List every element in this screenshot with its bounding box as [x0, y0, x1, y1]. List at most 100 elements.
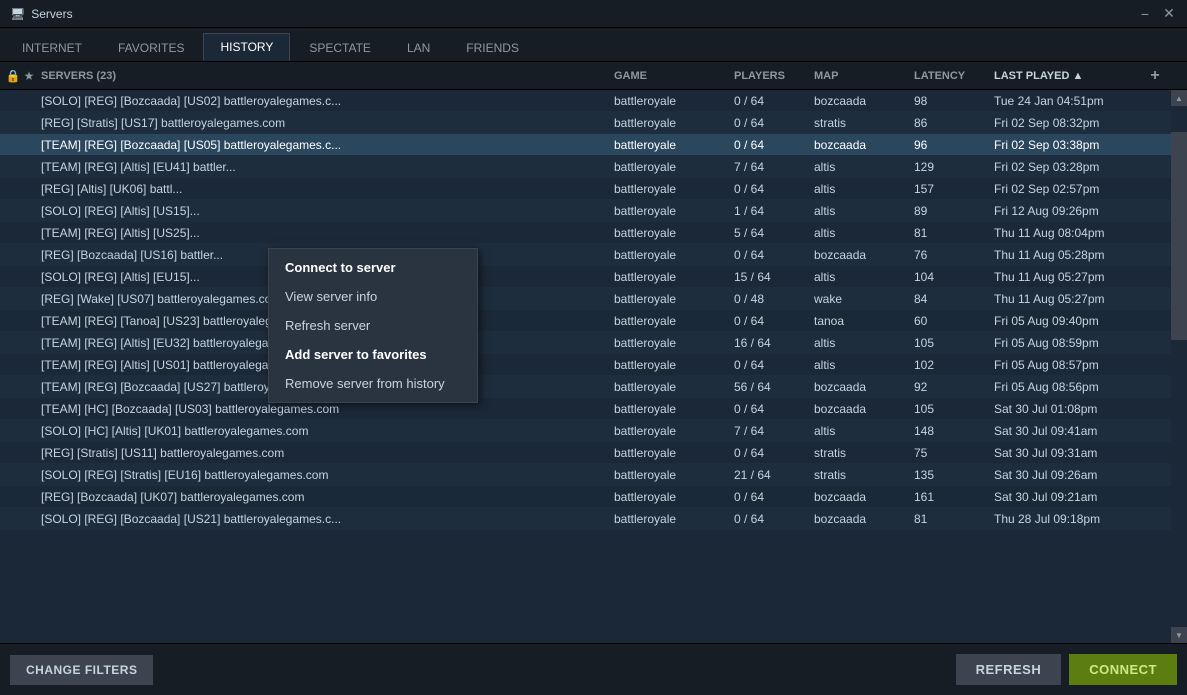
table-row[interactable]: [TEAM] [REG] [Bozcaada] [US27] battleroy… [0, 376, 1187, 398]
tab-history[interactable]: HISTORY [203, 33, 290, 61]
row-game-6: battleroyale [614, 226, 734, 240]
table-row[interactable]: [SOLO] [REG] [Bozcaada] [US21] battleroy… [0, 508, 1187, 530]
context-item-4[interactable]: Remove server from history [269, 369, 477, 398]
tab-favorites[interactable]: FAVORITES [101, 34, 201, 61]
row-players-5: 1 / 64 [734, 204, 814, 218]
table-row[interactable]: [TEAM] [REG] [Tanoa] [US23] battleroyale… [0, 310, 1187, 332]
row-latency-5: 89 [914, 204, 994, 218]
row-name-5: [SOLO] [REG] [Altis] [US15]... [37, 204, 614, 218]
context-menu: Connect to serverView server infoRefresh… [268, 248, 478, 403]
row-name-4: [REG] [Altis] [UK06] battl... [37, 182, 614, 196]
table-row[interactable]: [TEAM] [REG] [Altis] [EU41] battler... b… [0, 156, 1187, 178]
table-row[interactable]: [SOLO] [HC] [Altis] [UK01] battleroyaleg… [0, 420, 1187, 442]
table-row[interactable]: [TEAM] [REG] [Altis] [US01] battleroyale… [0, 354, 1187, 376]
table-row[interactable]: [REG] [Bozcaada] [US16] battler... battl… [0, 244, 1187, 266]
context-item-0[interactable]: Connect to server [269, 253, 477, 282]
scrollbar[interactable]: ▲ ▼ [1171, 90, 1187, 643]
row-name-0: [SOLO] [REG] [Bozcaada] [US02] battleroy… [37, 94, 614, 108]
row-game-1: battleroyale [614, 116, 734, 130]
lock-header: 🔒 [5, 69, 21, 83]
game-header[interactable]: GAME [614, 70, 734, 82]
footer-right: REFRESH CONNECT [956, 654, 1177, 685]
row-game-2: battleroyale [614, 138, 734, 152]
row-players-13: 56 / 64 [734, 380, 814, 394]
table-row[interactable]: [TEAM] [REG] [Bozcaada] [US05] battleroy… [0, 134, 1187, 156]
tab-spectate[interactable]: SPECTATE [292, 34, 388, 61]
row-lastplayed-16: Sat 30 Jul 09:31am [994, 446, 1144, 460]
row-game-11: battleroyale [614, 336, 734, 350]
table-row[interactable]: [SOLO] [REG] [Altis] [EU15]... battleroy… [0, 266, 1187, 288]
row-map-8: altis [814, 270, 914, 284]
scroll-thumb[interactable] [1171, 132, 1187, 340]
row-players-19: 0 / 64 [734, 512, 814, 526]
row-players-11: 16 / 64 [734, 336, 814, 350]
row-players-12: 0 / 64 [734, 358, 814, 372]
title-bar: 🖥 Servers − ✕ [0, 0, 1187, 28]
row-game-14: battleroyale [614, 402, 734, 416]
add-server-button[interactable]: + [1150, 67, 1159, 84]
row-game-12: battleroyale [614, 358, 734, 372]
context-item-2[interactable]: Refresh server [269, 311, 477, 340]
scroll-up-button[interactable]: ▲ [1171, 90, 1187, 106]
context-item-1[interactable]: View server info [269, 282, 477, 311]
table-row[interactable]: [SOLO] [REG] [Bozcaada] [US02] battleroy… [0, 90, 1187, 112]
row-map-5: altis [814, 204, 914, 218]
table-row[interactable]: [REG] [Bozcaada] [UK07] battleroyalegame… [0, 486, 1187, 508]
context-item-3[interactable]: Add server to favorites [269, 340, 477, 369]
row-name-16: [REG] [Stratis] [US11] battleroyalegames… [37, 446, 614, 460]
minimize-button[interactable]: − [1137, 6, 1153, 22]
servers-header[interactable]: SERVERS (23) [37, 70, 614, 82]
refresh-button[interactable]: REFRESH [956, 654, 1062, 685]
row-players-1: 0 / 64 [734, 116, 814, 130]
tab-internet[interactable]: INTERNET [5, 34, 99, 61]
table-body: [SOLO] [REG] [Bozcaada] [US02] battleroy… [0, 90, 1187, 643]
row-latency-8: 104 [914, 270, 994, 284]
row-name-18: [REG] [Bozcaada] [UK07] battleroyalegame… [37, 490, 614, 504]
tab-lan[interactable]: LAN [390, 34, 447, 61]
row-map-7: bozcaada [814, 248, 914, 262]
table-row[interactable]: [SOLO] [REG] [Stratis] [EU16] battleroya… [0, 464, 1187, 486]
table-row[interactable]: [TEAM] [REG] [Altis] [US25]... battleroy… [0, 222, 1187, 244]
lock-icon: 🔒 [6, 69, 21, 83]
lastplayed-header[interactable]: LAST PLAYED ▲ [994, 70, 1144, 82]
table-row[interactable]: [REG] [Wake] [US07] battleroyalegames.co… [0, 288, 1187, 310]
row-lastplayed-1: Fri 02 Sep 08:32pm [994, 116, 1144, 130]
row-lastplayed-8: Thu 11 Aug 05:27pm [994, 270, 1144, 284]
row-map-13: bozcaada [814, 380, 914, 394]
connect-button[interactable]: CONNECT [1069, 654, 1177, 685]
tab-friends[interactable]: FRIENDS [449, 34, 536, 61]
row-latency-1: 86 [914, 116, 994, 130]
table-row[interactable]: [SOLO] [REG] [Altis] [US15]... battleroy… [0, 200, 1187, 222]
row-latency-2: 96 [914, 138, 994, 152]
table-row[interactable]: [TEAM] [REG] [Altis] [EU32] battleroyale… [0, 332, 1187, 354]
table-header: 🔒 ★ SERVERS (23) GAME PLAYERS MAP LATENC… [0, 62, 1187, 90]
latency-header[interactable]: LATENCY [914, 70, 994, 82]
table-row[interactable]: [TEAM] [HC] [Bozcaada] [US03] battleroya… [0, 398, 1187, 420]
row-name-2: [TEAM] [REG] [Bozcaada] [US05] battleroy… [37, 138, 614, 152]
close-button[interactable]: ✕ [1161, 5, 1177, 22]
row-map-3: altis [814, 160, 914, 174]
row-map-6: altis [814, 226, 914, 240]
row-latency-16: 75 [914, 446, 994, 460]
row-latency-19: 81 [914, 512, 994, 526]
row-players-7: 0 / 64 [734, 248, 814, 262]
row-players-3: 7 / 64 [734, 160, 814, 174]
footer-left: CHANGE FILTERS [10, 655, 153, 685]
row-game-7: battleroyale [614, 248, 734, 262]
table-row[interactable]: [REG] [Stratis] [US11] battleroyalegames… [0, 442, 1187, 464]
change-filters-button[interactable]: CHANGE FILTERS [10, 655, 153, 685]
scroll-down-button[interactable]: ▼ [1171, 627, 1187, 643]
row-map-19: bozcaada [814, 512, 914, 526]
row-game-0: battleroyale [614, 94, 734, 108]
players-header[interactable]: PLAYERS [734, 70, 814, 82]
row-map-0: bozcaada [814, 94, 914, 108]
row-players-18: 0 / 64 [734, 490, 814, 504]
row-players-15: 7 / 64 [734, 424, 814, 438]
row-game-9: battleroyale [614, 292, 734, 306]
row-lastplayed-5: Fri 12 Aug 09:26pm [994, 204, 1144, 218]
row-game-15: battleroyale [614, 424, 734, 438]
table-row[interactable]: [REG] [Altis] [UK06] battl... battleroya… [0, 178, 1187, 200]
row-lastplayed-4: Fri 02 Sep 02:57pm [994, 182, 1144, 196]
map-header[interactable]: MAP [814, 70, 914, 82]
table-row[interactable]: [REG] [Stratis] [US17] battleroyalegames… [0, 112, 1187, 134]
